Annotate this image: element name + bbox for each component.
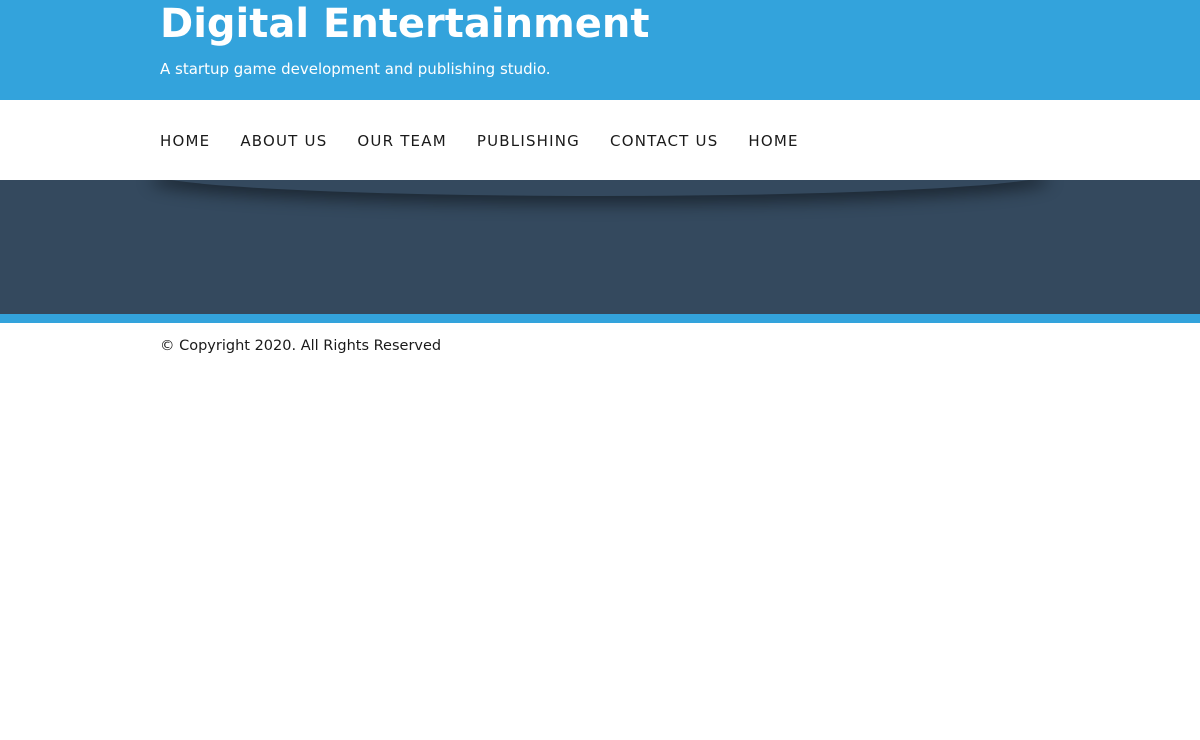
nav-list: HOME ABOUT US OUR TEAM PUBLISHING CONTAC… — [160, 130, 799, 152]
nav-item-home-2[interactable]: HOME — [748, 130, 798, 152]
accent-strip — [0, 314, 1200, 323]
nav-item-about-us[interactable]: ABOUT US — [240, 130, 327, 152]
nav-item-contact-us[interactable]: CONTACT US — [610, 130, 718, 152]
nav-item-publishing[interactable]: PUBLISHING — [477, 130, 580, 152]
site-footer: © Copyright 2020. All Rights Reserved — [0, 323, 1200, 383]
site-title[interactable]: Digital Entertainment — [160, 0, 650, 48]
hero-band — [0, 180, 1200, 314]
nav-item-our-team[interactable]: OUR TEAM — [357, 130, 446, 152]
copyright-text: © Copyright 2020. All Rights Reserved — [160, 338, 442, 354]
main-nav: HOME ABOUT US OUR TEAM PUBLISHING CONTAC… — [0, 100, 1200, 180]
hero-shadow — [150, 180, 1050, 196]
site-header: Digital Entertainment A startup game dev… — [0, 0, 1200, 100]
nav-item-home[interactable]: HOME — [160, 130, 210, 152]
site-tagline: A startup game development and publishin… — [160, 60, 551, 78]
